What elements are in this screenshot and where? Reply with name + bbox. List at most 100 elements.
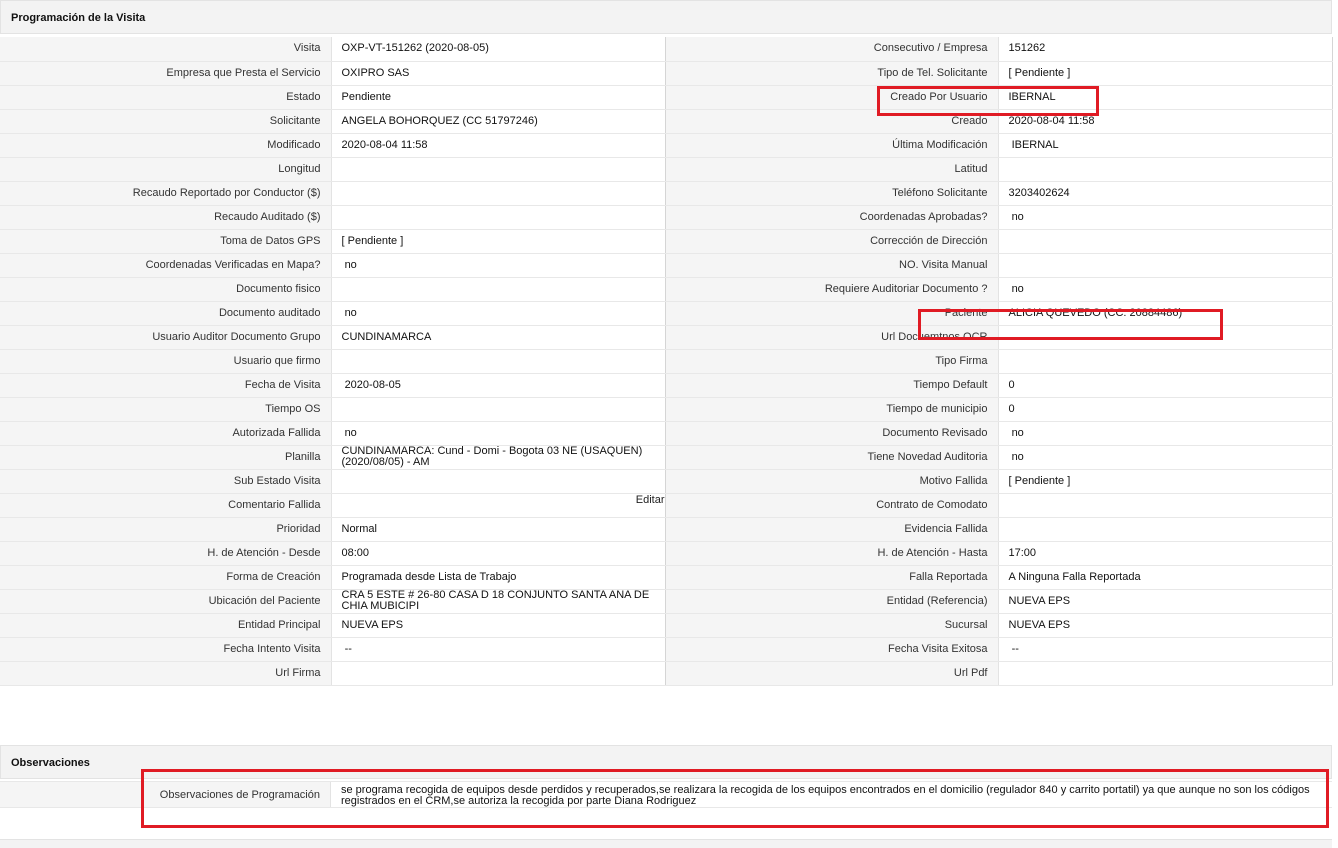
field-label-text: Documento fisico	[236, 282, 321, 295]
table-row: Recaudo Reportado por Conductor ($) Teléf…	[0, 181, 1333, 206]
field-value-text: IBERNAL	[1008, 90, 1056, 103]
field-label-text: Fecha Intento Visita	[223, 642, 321, 655]
field-label-text: Tipo de Tel. Solicitante	[877, 66, 988, 79]
field-value: NUEVA EPS	[998, 589, 1333, 614]
field-value: 3203402624	[998, 181, 1333, 206]
field-label-text: Url Docuemtnos OCR	[881, 330, 988, 343]
field-label-text: Visita	[293, 42, 321, 55]
field-label: Planilla	[0, 445, 332, 470]
field-label: Ubicación del Paciente	[0, 589, 332, 614]
field-label-text: Paciente	[944, 306, 988, 319]
table-row: Tiempo OS Tiempo de municipio 0	[0, 397, 1333, 422]
field-value-text: no	[1008, 210, 1024, 223]
field-label: Motivo Fallida	[665, 469, 999, 494]
table-row: Usuario que firmo Tipo Firma	[0, 349, 1333, 374]
field-label-text: Contrato de Comodato	[876, 498, 988, 511]
table-row: Url Firma Url Pdf	[0, 661, 1333, 686]
observaciones-row: Observaciones de Programación se program…	[0, 781, 1332, 808]
field-value: [ Pendiente ]	[998, 61, 1333, 86]
field-value: 2020-08-05	[331, 373, 666, 398]
field-value-text: no	[341, 258, 357, 271]
field-label: Corrección de Dirección	[665, 229, 999, 254]
field-value: OXP-VT-151262 (2020-08-05)	[331, 37, 666, 62]
field-value	[331, 661, 666, 686]
table-row: Usuario Auditor Documento Grupo CUNDINAMA…	[0, 325, 1333, 350]
field-value-text: no	[1008, 426, 1024, 439]
field-label-text: Recaudo Auditado ($)	[214, 210, 321, 223]
field-value: no	[331, 301, 666, 326]
field-label: NO. Visita Manual	[665, 253, 999, 278]
field-value: CRA 5 ESTE # 26-80 CASA D 18 CONJUNTO SA…	[331, 589, 666, 614]
table-row: Longitud Latitud	[0, 157, 1333, 182]
field-label-text: Coordenadas Verificadas en Mapa?	[145, 258, 321, 271]
field-value: A Ninguna Falla Reportada	[998, 565, 1333, 590]
field-label: Recaudo Reportado por Conductor ($)	[0, 181, 332, 206]
field-label-text: Motivo Fallida	[919, 474, 988, 487]
table-row: Entidad Principal NUEVA EPS Sucursal NUEVA …	[0, 613, 1333, 638]
field-label: Visita	[0, 37, 332, 62]
field-label: Tiene Novedad Auditoria	[665, 445, 999, 470]
field-label-text: Fecha Visita Exitosa	[888, 642, 988, 655]
table-row: Sub Estado Visita Motivo Fallida [ Pendien…	[0, 469, 1333, 494]
field-label-text: Creado Por Usuario	[890, 90, 988, 103]
field-label: Forma de Creación	[0, 565, 332, 590]
field-label-text: Tiempo Default	[913, 378, 988, 391]
field-value	[331, 181, 666, 206]
field-label-text: Tiempo de municipio	[886, 402, 988, 415]
field-label-text: Tipo Firma	[935, 354, 988, 367]
field-value-text: 08:00	[341, 546, 370, 559]
field-label: Modificado	[0, 133, 332, 158]
field-label: Tipo Firma	[665, 349, 999, 374]
section-header-programacion: Programación de la Visita	[0, 0, 1332, 34]
field-label-text: H. de Atención - Desde	[207, 546, 321, 559]
field-value-text: no	[1008, 282, 1024, 295]
table-row: Toma de Datos GPS [ Pendiente ] Corrección…	[0, 229, 1333, 254]
field-label: Tipo de Tel. Solicitante	[665, 61, 999, 86]
table-row: Comentario Fallida Editar Contrato de Como…	[0, 493, 1333, 518]
field-label: H. de Atención - Desde	[0, 541, 332, 566]
field-label-text: Prioridad	[276, 522, 321, 535]
field-value: NUEVA EPS	[331, 613, 666, 638]
field-value: 2020-08-04 11:58	[998, 109, 1333, 134]
field-value-text: OXIPRO SAS	[341, 66, 410, 79]
field-label-text: Empresa que Presta el Servicio	[166, 66, 321, 79]
field-value-text: no	[341, 426, 357, 439]
field-value	[998, 229, 1333, 254]
field-label-text: Latitud	[954, 162, 988, 175]
field-value	[998, 253, 1333, 278]
field-label: Tiempo OS	[0, 397, 332, 422]
field-value	[998, 661, 1333, 686]
field-label: Paciente	[665, 301, 999, 326]
field-value: CUNDINAMARCA: Cund - Domi - Bogota 03 NE…	[331, 445, 666, 470]
field-label-text: Usuario que firmo	[233, 354, 321, 367]
field-label-text: Documento auditado	[218, 306, 321, 319]
field-label: Longitud	[0, 157, 332, 182]
field-label: Latitud	[665, 157, 999, 182]
field-value-text: CRA 5 ESTE # 26-80 CASA D 18 CONJUNTO SA…	[341, 589, 653, 612]
table-row: Visita OXP-VT-151262 (2020-08-05) Consecut…	[0, 37, 1333, 62]
field-label: Documento auditado	[0, 301, 332, 326]
table-row: Documento auditado no Paciente ALICIA QUEV…	[0, 301, 1333, 326]
table-row: Coordenadas Verificadas en Mapa? no NO. V…	[0, 253, 1333, 278]
observaciones-label: Observaciones de Programación	[0, 782, 331, 807]
table-row: Fecha Intento Visita -- Fecha Visita Exit…	[0, 637, 1333, 662]
field-label: Usuario que firmo	[0, 349, 332, 374]
editar-comentario-link[interactable]: Editar	[636, 494, 665, 506]
field-value: IBERNAL	[998, 133, 1333, 158]
field-label-text: Documento Revisado	[882, 426, 988, 439]
field-label: Teléfono Solicitante	[665, 181, 999, 206]
field-label: Contrato de Comodato	[665, 493, 999, 518]
field-value-text: --	[341, 642, 352, 655]
table-row: Estado Pendiente Creado Por Usuario IBERNAL	[0, 85, 1333, 110]
field-label: Sub Estado Visita	[0, 469, 332, 494]
field-label: Entidad Principal	[0, 613, 332, 638]
field-label: Última Modificación	[665, 133, 999, 158]
field-value-text: 3203402624	[1008, 186, 1070, 199]
field-label-text: Solicitante	[269, 114, 321, 127]
table-row: Autorizada Fallida no Documento Revisado …	[0, 421, 1333, 446]
field-value: no	[331, 253, 666, 278]
field-value: no	[998, 421, 1333, 446]
field-label: Tiempo de municipio	[665, 397, 999, 422]
field-label: Url Docuemtnos OCR	[665, 325, 999, 350]
field-label: Estado	[0, 85, 332, 110]
